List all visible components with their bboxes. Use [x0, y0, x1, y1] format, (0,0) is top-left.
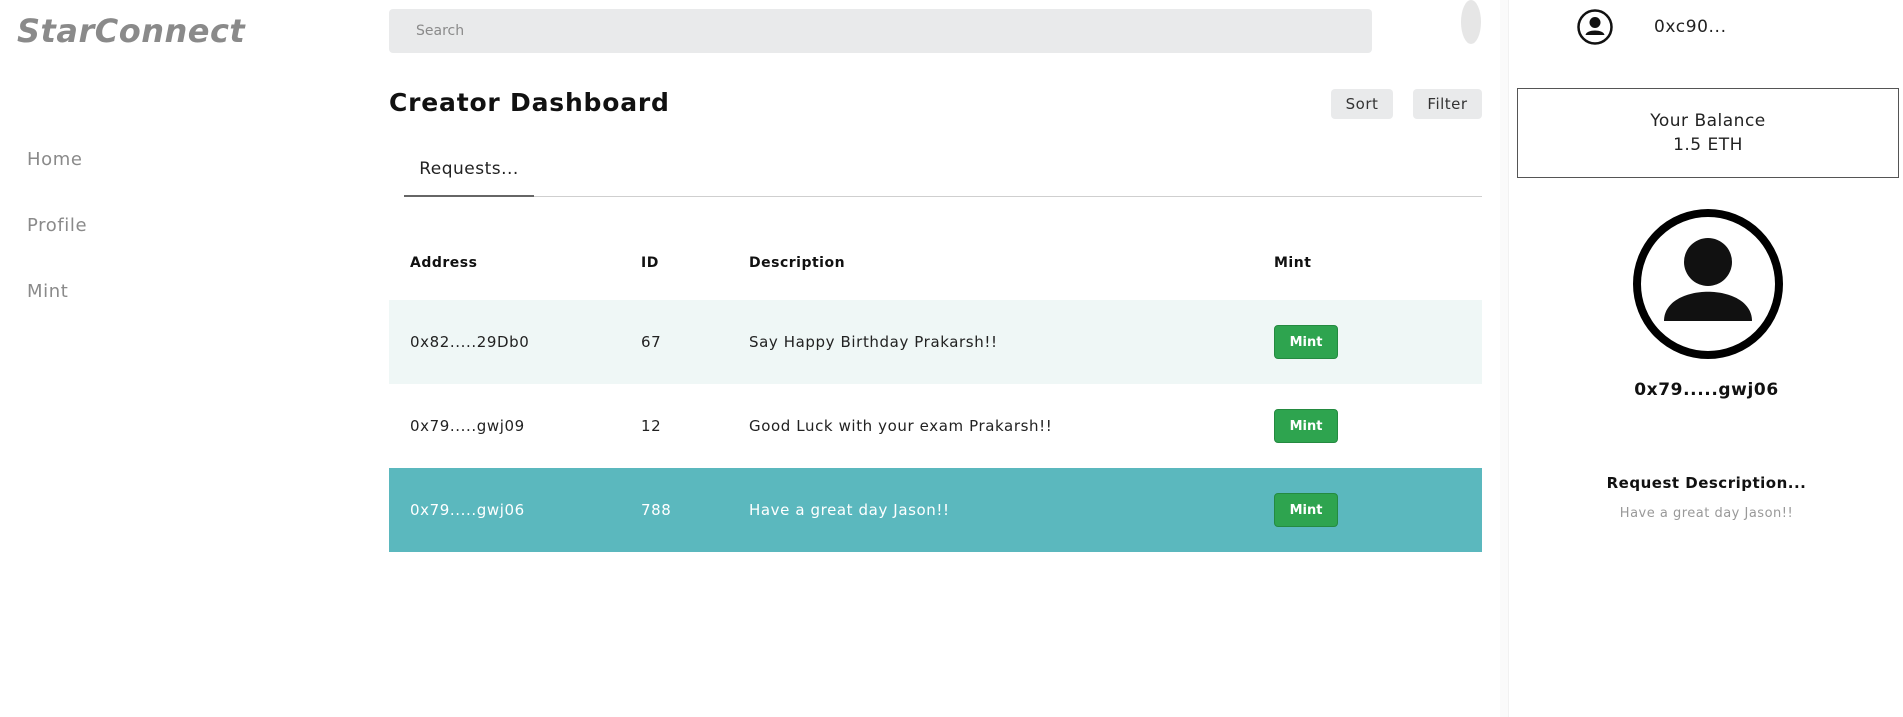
row-id: 67	[641, 333, 662, 351]
sidebar-item-mint[interactable]: Mint	[27, 278, 87, 344]
row-description: Have a great day Jason!!	[749, 501, 950, 519]
mint-button[interactable]: Mint	[1274, 493, 1338, 527]
row-description: Say Happy Birthday Prakarsh!!	[749, 333, 998, 351]
table-header: Address ID Description Mint	[389, 240, 1482, 300]
sidebar-nav: Home Profile Mint	[27, 146, 87, 344]
balance-value: 1.5 ETH	[1673, 135, 1743, 155]
request-description-title: Request Description...	[1606, 474, 1807, 492]
balance-card: Your Balance 1.5 ETH	[1517, 88, 1899, 178]
user-avatar-icon	[1632, 208, 1784, 360]
column-header-id: ID	[641, 255, 659, 271]
app-logo: StarConnect	[17, 12, 246, 50]
filter-button[interactable]: Filter	[1413, 89, 1482, 119]
user-circle-icon[interactable]	[1576, 8, 1614, 46]
row-id: 12	[641, 417, 662, 435]
column-header-address: Address	[410, 255, 478, 271]
tab-requests[interactable]: Requests...	[404, 150, 534, 197]
row-address: 0x79.....gwj09	[410, 417, 525, 435]
requests-table: Address ID Description Mint 0x82.....29D…	[389, 240, 1482, 552]
row-address: 0x79.....gwj06	[410, 501, 525, 519]
column-header-description: Description	[749, 255, 846, 271]
row-id: 788	[641, 501, 672, 519]
tab-bar: Requests...	[404, 150, 1482, 197]
scroll-handle[interactable]	[1461, 0, 1481, 44]
column-header-mint: Mint	[1274, 255, 1312, 271]
table-row[interactable]: 0x79.....gwj09 12 Good Luck with your ex…	[389, 384, 1482, 468]
mint-button[interactable]: Mint	[1274, 325, 1338, 359]
sort-button[interactable]: Sort	[1331, 89, 1393, 119]
panel-divider	[1500, 0, 1508, 717]
selected-address: 0x79.....gwj06	[1634, 380, 1779, 400]
page-title: Creator Dashboard	[389, 88, 670, 117]
sidebar-item-home[interactable]: Home	[27, 146, 87, 212]
table-row[interactable]: 0x82.....29Db0 67 Say Happy Birthday Pra…	[389, 300, 1482, 384]
request-description-text: Have a great day Jason!!	[1619, 506, 1794, 521]
account-panel: 0xc90... Your Balance 1.5 ETH 0x79.....g…	[1508, 0, 1903, 717]
account-address: 0xc90...	[1654, 17, 1727, 37]
table-row-selected[interactable]: 0x79.....gwj06 788 Have a great day Jaso…	[389, 468, 1482, 552]
sidebar-item-profile[interactable]: Profile	[27, 212, 87, 278]
balance-label: Your Balance	[1650, 111, 1766, 131]
row-description: Good Luck with your exam Prakarsh!!	[749, 417, 1053, 435]
search-input[interactable]	[389, 9, 1372, 53]
mint-button[interactable]: Mint	[1274, 409, 1338, 443]
row-address: 0x82.....29Db0	[410, 333, 530, 351]
